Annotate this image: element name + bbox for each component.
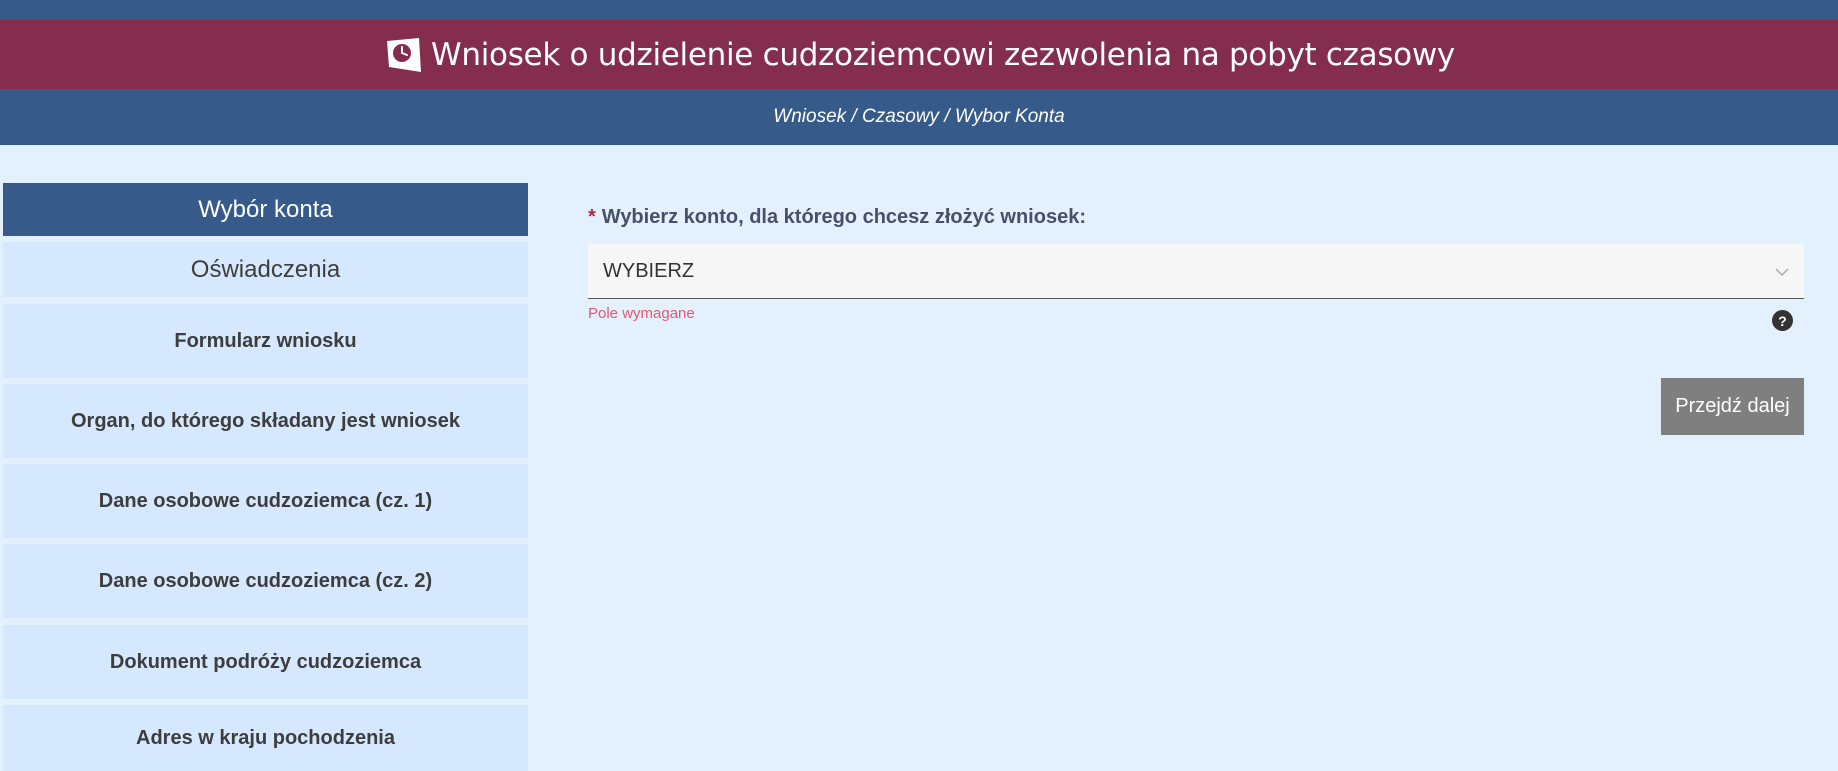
account-select[interactable]: WYBIERZ	[588, 244, 1804, 299]
sidebar-item-organ[interactable]: Organ, do którego składany jest wniosek	[3, 384, 528, 458]
chevron-down-icon	[1775, 268, 1789, 277]
top-strip	[0, 0, 1838, 20]
sidebar-item-dane-osobowe-1[interactable]: Dane osobowe cudzoziemca (cz. 1)	[3, 464, 528, 538]
sidebar-item-label: Dane osobowe cudzoziemca (cz. 2)	[98, 569, 433, 592]
sidebar-item-label: Wybór konta	[198, 195, 333, 223]
sidebar-item-dokument-podrozy[interactable]: Dokument podróży cudzoziemca	[3, 625, 528, 699]
sidebar-item-dane-osobowe-2[interactable]: Dane osobowe cudzoziemca (cz. 2)	[3, 544, 528, 618]
page-title: Wniosek o udzielenie cudzoziemcowi zezwo…	[431, 36, 1455, 73]
account-field-label: * Wybierz konto, dla którego chcesz złoży…	[588, 206, 1086, 229]
sidebar-item-label: Adres w kraju pochodzenia	[136, 726, 395, 749]
sidebar-item-label: Dokument podróży cudzoziemca	[109, 650, 422, 673]
account-select-value: WYBIERZ	[603, 259, 695, 282]
sidebar-item-label: Organ, do którego składany jest wniosek	[71, 409, 460, 432]
clock-document-icon	[387, 37, 422, 72]
sidebar-item-label: Oświadczenia	[190, 255, 341, 283]
breadcrumb-text: Wniosek / Czasowy / Wybor Konta	[773, 106, 1065, 127]
account-label-text: Wybierz konto, dla którego chcesz złożyć…	[601, 206, 1086, 228]
required-marker: *	[588, 206, 596, 228]
sidebar-item-wybor-konta[interactable]: Wybór konta	[3, 183, 528, 236]
sidebar-item-formularz-wniosku[interactable]: Formularz wniosku	[3, 304, 528, 378]
sidebar-item-oswiadczenia[interactable]: Oświadczenia	[3, 242, 528, 297]
breadcrumb: Wniosek / Czasowy / Wybor Konta	[0, 89, 1838, 145]
required-error: Pole wymagane	[588, 305, 695, 322]
sidebar-item-label: Dane osobowe cudzoziemca (cz. 1)	[98, 489, 433, 512]
help-icon[interactable]: ?	[1772, 310, 1793, 331]
title-bar: Wniosek o udzielenie cudzoziemcowi zezwo…	[0, 20, 1838, 89]
sidebar-item-label: Formularz wniosku	[174, 329, 357, 352]
next-button[interactable]: Przejdź dalej	[1661, 378, 1804, 435]
sidebar-item-adres-kraj-pochodzenia[interactable]: Adres w kraju pochodzenia	[3, 705, 528, 771]
